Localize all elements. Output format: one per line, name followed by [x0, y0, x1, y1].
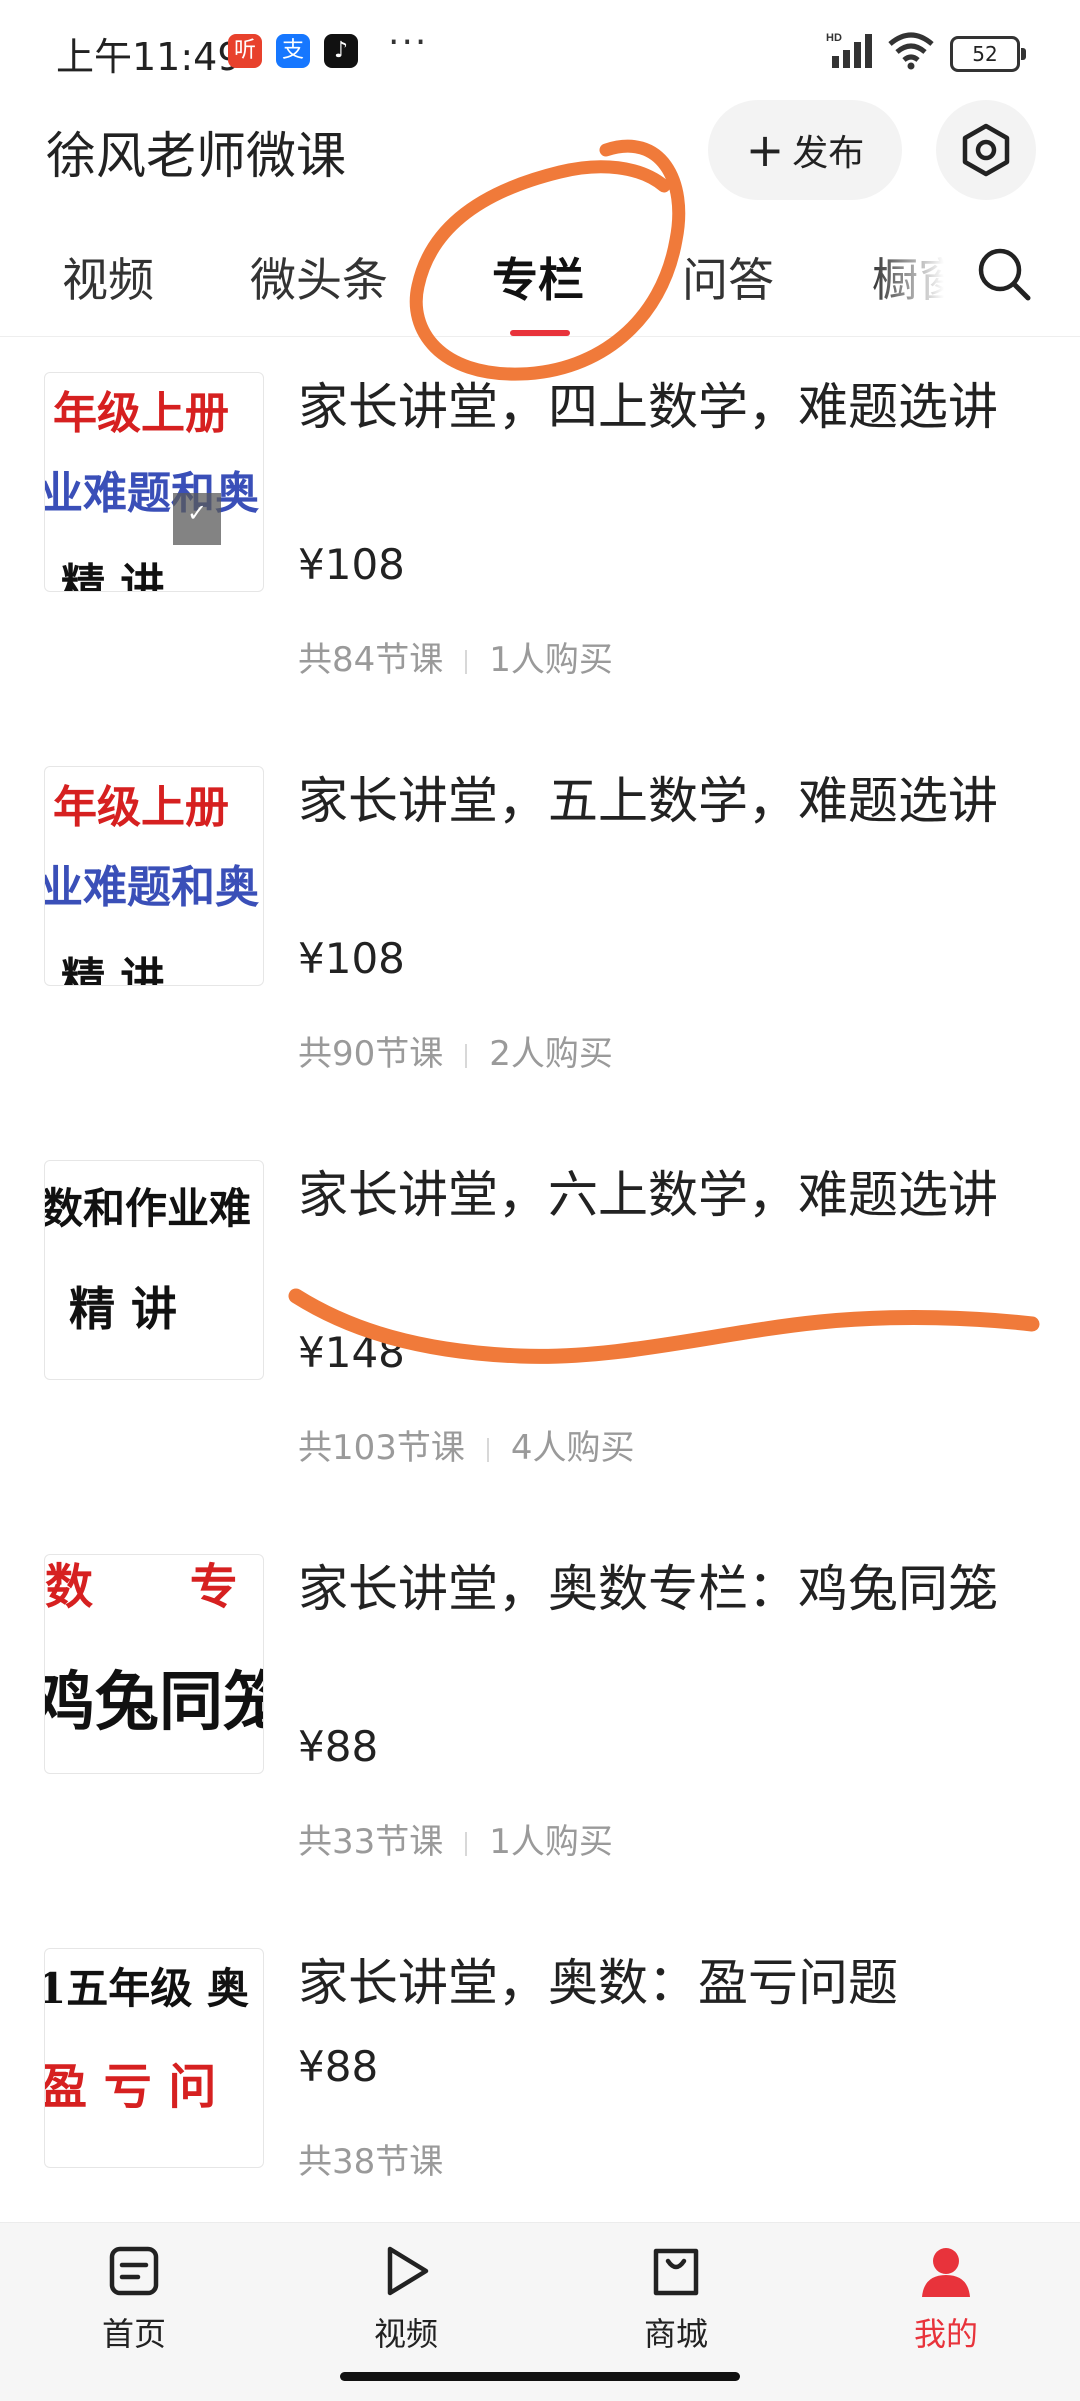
- lesson-count: 共90节课: [298, 1034, 444, 1074]
- thumb-text: 盈 亏 问: [44, 2059, 217, 2115]
- course-list: 年级上册 业难题和奥 精 讲 ✓ 家长讲堂，四上数学，难题选讲 ¥108 共84…: [0, 340, 1080, 2220]
- alipay-app-icon: 支: [276, 34, 310, 68]
- course-title: 家长讲堂，奥数专栏：鸡兔同笼: [298, 1560, 998, 1618]
- settings-hexagon-icon: [962, 123, 1010, 177]
- course-thumbnail: 数和作业难 精 讲: [44, 1160, 264, 1380]
- tab-micro-headlines[interactable]: 微头条: [250, 244, 388, 310]
- meta-divider: [465, 649, 468, 674]
- course-price: ¥88: [298, 1722, 379, 1771]
- course-thumbnail: 1五年级 奥 盈 亏 问: [44, 1948, 264, 2168]
- course-thumbnail: 数 专 鸡兔同笼: [44, 1554, 264, 1774]
- thumb-text: 业难题和奥: [44, 862, 259, 913]
- plus-icon: +: [745, 123, 785, 177]
- tab-video[interactable]: 视频: [62, 244, 154, 310]
- thumb-text: 精 讲: [61, 560, 165, 592]
- thumb-text: 数和作业难: [44, 1184, 252, 1233]
- course-item[interactable]: 年级上册 业难题和奥 精 讲 ✓ 家长讲堂，四上数学，难题选讲 ¥108 共84…: [0, 340, 1080, 734]
- active-tab-indicator: [510, 330, 570, 336]
- meta-divider: [486, 1437, 489, 1462]
- tab-column[interactable]: 专栏: [492, 244, 584, 310]
- course-title: 家长讲堂，六上数学，难题选讲: [298, 1166, 998, 1224]
- shopping-bag-icon: [653, 2248, 699, 2296]
- thumb-text: 年级上册: [53, 782, 229, 833]
- buyer-count: 1人购买: [489, 1822, 613, 1862]
- nav-home[interactable]: 首页: [64, 2241, 204, 2355]
- course-title: 家长讲堂，奥数：盈亏问题: [298, 1954, 898, 2012]
- tab-bar: 视频 微头条 专栏 问答 橱窗: [0, 230, 1080, 337]
- play-icon: [387, 2246, 429, 2296]
- wifi-icon: [888, 32, 934, 70]
- nav-video-label: 视频: [373, 2315, 438, 2353]
- publish-button[interactable]: + 发布: [708, 100, 902, 200]
- tab-qa[interactable]: 问答: [682, 244, 774, 310]
- course-item[interactable]: 数和作业难 精 讲 家长讲堂，六上数学，难题选讲 ¥148 共103节课 4人购买: [0, 1128, 1080, 1522]
- thumb-text: 业难题和奥: [44, 468, 259, 519]
- status-time: 上午11:49: [56, 35, 242, 79]
- meta-divider: [465, 1043, 468, 1068]
- home-icon: [109, 2246, 159, 2296]
- course-item[interactable]: 1五年级 奥 盈 亏 问 家长讲堂，奥数：盈亏问题 ¥88 共38节课: [0, 1916, 1080, 2220]
- course-meta: 共84节课 1人购买: [298, 632, 613, 681]
- nav-home-label: 首页: [101, 2315, 166, 2353]
- lesson-count: 共38节课: [298, 2142, 444, 2182]
- lesson-count: 共103节课: [298, 1428, 465, 1468]
- search-icon: [978, 248, 1031, 301]
- checkmark-icon: ✓: [173, 493, 221, 545]
- signal-icon: HD: [826, 32, 872, 68]
- buyer-count: 4人购买: [510, 1428, 635, 1468]
- tab-fade: [872, 240, 962, 310]
- lesson-count: 共84节课: [298, 640, 444, 680]
- course-price: ¥108: [298, 934, 405, 983]
- course-item[interactable]: 年级上册 业难题和奥 精 讲 家长讲堂，五上数学，难题选讲 ¥108 共90节课…: [0, 734, 1080, 1128]
- lesson-count: 共33节课: [298, 1822, 444, 1862]
- header: 徐风老师微课 + 发布: [0, 100, 1080, 210]
- nav-mine-label: 我的: [913, 2315, 978, 2353]
- course-meta: 共103节课 4人购买: [298, 1420, 635, 1469]
- nav-video[interactable]: 视频: [336, 2241, 476, 2355]
- person-icon: [922, 2248, 970, 2297]
- course-meta: 共33节课 1人购买: [298, 1814, 613, 1863]
- course-thumbnail: 年级上册 业难题和奥 精 讲: [44, 766, 264, 986]
- search-button[interactable]: [974, 244, 1034, 304]
- thumb-text: 数 专: [45, 1559, 264, 1615]
- course-meta: 共90节课 2人购买: [298, 1026, 613, 1075]
- tiktok-app-icon: ♪: [324, 34, 358, 68]
- thumb-text: 鸡兔同笼: [45, 1665, 263, 1740]
- course-title: 家长讲堂，四上数学，难题选讲: [298, 378, 998, 436]
- battery-indicator: 52: [950, 36, 1026, 72]
- thumb-text: 精 讲: [69, 1282, 178, 1336]
- meta-divider: [465, 1831, 468, 1856]
- course-price: ¥88: [298, 2042, 379, 2091]
- nav-mine[interactable]: 我的: [876, 2241, 1016, 2355]
- nav-mall[interactable]: 商城: [606, 2241, 746, 2355]
- course-thumbnail: 年级上册 业难题和奥 精 讲 ✓: [44, 372, 264, 592]
- svg-text:HD: HD: [826, 32, 842, 44]
- thumb-text: 精 讲: [61, 954, 165, 986]
- status-bar: 上午11:49 听 支 ♪ ··· HD 52: [0, 0, 1080, 100]
- course-meta: 共38节课: [298, 2134, 443, 2183]
- publish-label: 发布: [792, 133, 865, 174]
- home-indicator: [340, 2372, 740, 2381]
- course-price: ¥108: [298, 540, 405, 589]
- buyer-count: 2人购买: [489, 1034, 613, 1074]
- settings-button[interactable]: [936, 100, 1036, 200]
- nav-mall-label: 商城: [643, 2315, 708, 2353]
- more-notifications-icon: ···: [388, 22, 429, 63]
- buyer-count: 1人购买: [489, 640, 613, 680]
- course-title: 家长讲堂，五上数学，难题选讲: [298, 772, 998, 830]
- ting-app-icon: 听: [228, 34, 262, 68]
- thumb-text: 1五年级 奥: [44, 1964, 249, 2013]
- page-title: 徐风老师微课: [46, 127, 346, 185]
- thumb-text: 年级上册: [53, 388, 229, 439]
- course-price: ¥148: [298, 1328, 405, 1377]
- course-item[interactable]: 数 专 鸡兔同笼 家长讲堂，奥数专栏：鸡兔同笼 ¥88 共33节课 1人购买: [0, 1522, 1080, 1916]
